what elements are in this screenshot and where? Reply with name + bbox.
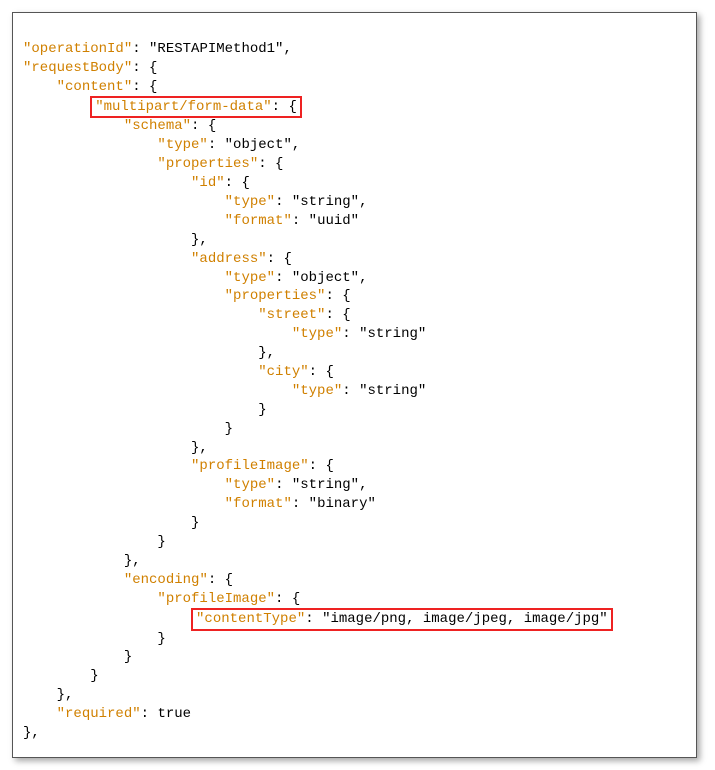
code-line: "type": "object", [23,270,368,286]
code-line: "type": "string" [23,383,426,399]
code-line: } [23,668,99,684]
json-value: "RESTAPIMethod1" [149,41,283,57]
json-key: "type" [292,383,342,399]
code-line: "properties": { [23,156,283,172]
json-key: "city" [258,364,308,380]
code-line: "required": true [23,706,191,722]
json-key: "profileImage" [191,458,309,474]
json-value: "object" [225,137,292,153]
json-key: "type" [225,270,275,286]
json-key: "type" [225,477,275,493]
code-line: }, [23,687,73,703]
code-line: } [23,421,233,437]
code-line: "schema": { [23,118,216,134]
code-line: "address": { [23,251,292,267]
json-key: "contentType" [196,611,305,627]
code-line: } [23,515,199,531]
code-line: "street": { [23,307,351,323]
code-line: "type": "object", [23,137,300,153]
json-value: "image/png, image/jpeg, image/jpg" [322,611,608,627]
code-line: } [23,402,267,418]
json-key: "properties" [225,288,326,304]
code-line: "operationId": "RESTAPIMethod1", [23,41,292,57]
json-key: "encoding" [124,572,208,588]
code-line: }, [23,345,275,361]
json-value: "uuid" [309,213,359,229]
json-key: "requestBody" [23,60,132,76]
json-value: "string" [359,326,426,342]
code-line: "profileImage": { [23,458,334,474]
json-key: "required" [57,706,141,722]
highlight-box: "contentType": "image/png, image/jpeg, i… [191,608,613,631]
highlight-box: "multipart/form-data": { [90,96,302,119]
json-key: "profileImage" [157,591,275,607]
json-value: "binary" [309,496,376,512]
code-line: "encoding": { [23,572,233,588]
code-line: }, [23,232,208,248]
json-value: "string" [359,383,426,399]
json-key: "multipart/form-data" [95,99,271,115]
json-key: "address" [191,251,267,267]
json-key: "type" [157,137,207,153]
json-key: "content" [57,79,133,95]
code-line: "type": "string", [23,477,368,493]
json-value: "string" [292,194,359,210]
code-line: "content": { [23,79,157,95]
json-key: "id" [191,175,225,191]
code-line: }, [23,553,141,569]
code-line: "type": "string", [23,194,368,210]
json-key: "schema" [124,118,191,134]
code-line: "format": "binary" [23,496,376,512]
code-line: }, [23,725,40,741]
code-line: "requestBody": { [23,60,157,76]
json-key: "type" [292,326,342,342]
json-key: "street" [258,307,325,323]
code-line: } [23,631,166,647]
code-line: "format": "uuid" [23,213,359,229]
json-value: "object" [292,270,359,286]
code-line: "city": { [23,364,334,380]
json-value: "string" [292,477,359,493]
json-key: "type" [225,194,275,210]
code-line: "id": { [23,175,250,191]
code-line: "type": "string" [23,326,426,342]
code-block: "operationId": "RESTAPIMethod1", "reques… [12,12,697,758]
json-value: true [157,706,191,722]
json-key: "format" [225,213,292,229]
code-line: "profileImage": { [23,591,300,607]
json-key: "properties" [157,156,258,172]
code-line: "properties": { [23,288,351,304]
code-line: "contentType": "image/png, image/jpeg, i… [23,611,613,627]
code-line: } [23,534,166,550]
json-key: "format" [225,496,292,512]
code-line: } [23,649,132,665]
code-line: }, [23,440,208,456]
json-key: "operationId" [23,41,132,57]
code-line: "multipart/form-data": { [23,99,302,115]
